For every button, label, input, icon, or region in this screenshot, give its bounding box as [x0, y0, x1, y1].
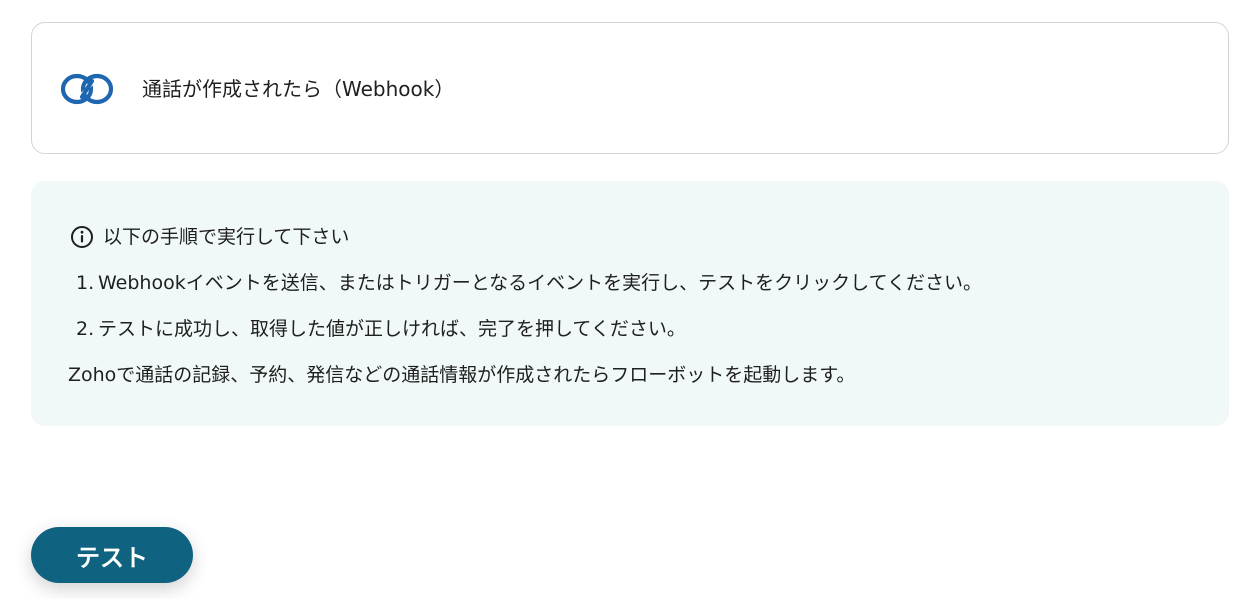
step-number: 1.	[76, 272, 95, 294]
step-text: Webhookイベントを送信、またはトリガーとなるイベントを実行し、テストをクリ…	[98, 272, 983, 294]
instructions-panel: 以下の手順で実行して下さい 1. Webhookイベントを送信、またはトリガーとな…	[31, 181, 1229, 426]
zoho-link-icon	[60, 73, 114, 105]
instructions-heading-row: 以下の手順で実行して下さい	[70, 224, 349, 250]
instructions-heading: 以下の手順で実行して下さい	[103, 226, 350, 248]
trigger-card[interactable]: 通話が作成されたら（Webhook）	[31, 22, 1229, 154]
instruction-step: 2. テストに成功し、取得した値が正しければ、完了を押してください。	[76, 316, 686, 342]
trigger-description: Zohoで通話の記録、予約、発信などの通話情報が作成されたらフローボットを起動し…	[68, 364, 856, 386]
info-icon	[71, 226, 93, 248]
test-button[interactable]: テスト	[31, 527, 193, 583]
step-text: テストに成功し、取得した値が正しければ、完了を押してください。	[98, 318, 686, 340]
step-number: 2.	[76, 318, 95, 340]
instruction-step: 1. Webhookイベントを送信、またはトリガーとなるイベントを実行し、テストを…	[76, 270, 982, 296]
trigger-title: 通話が作成されたら（Webhook）	[142, 77, 455, 101]
